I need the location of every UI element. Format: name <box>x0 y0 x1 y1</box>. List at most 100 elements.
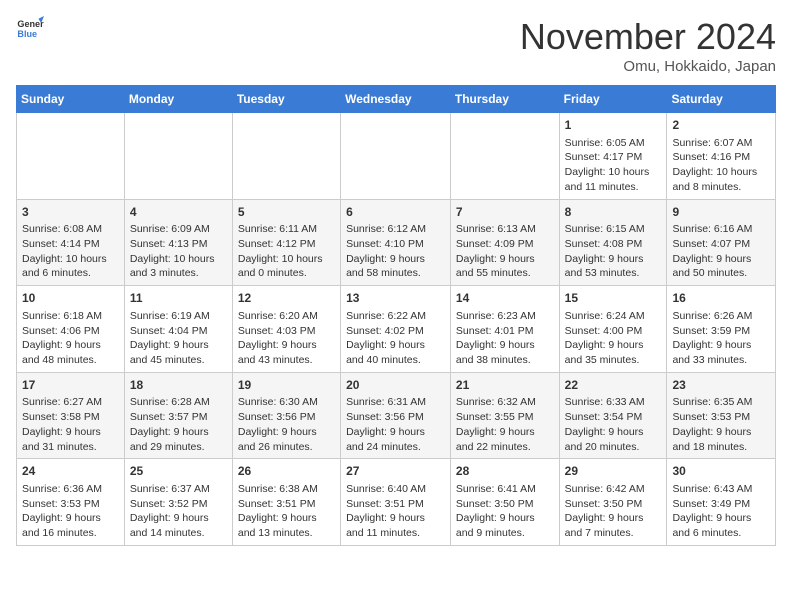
calendar-cell: 21Sunrise: 6:32 AM Sunset: 3:55 PM Dayli… <box>450 372 559 459</box>
day-info: Sunrise: 6:13 AM Sunset: 4:09 PM Dayligh… <box>456 222 554 281</box>
day-info: Sunrise: 6:26 AM Sunset: 3:59 PM Dayligh… <box>672 309 770 368</box>
calendar-cell: 23Sunrise: 6:35 AM Sunset: 3:53 PM Dayli… <box>667 372 776 459</box>
day-number: 18 <box>130 377 227 394</box>
svg-text:Blue: Blue <box>17 29 37 39</box>
day-info: Sunrise: 6:30 AM Sunset: 3:56 PM Dayligh… <box>238 395 335 454</box>
day-number: 25 <box>130 463 227 480</box>
day-number: 17 <box>22 377 119 394</box>
day-info: Sunrise: 6:23 AM Sunset: 4:01 PM Dayligh… <box>456 309 554 368</box>
calendar-cell: 22Sunrise: 6:33 AM Sunset: 3:54 PM Dayli… <box>559 372 667 459</box>
calendar-cell <box>341 113 451 200</box>
day-info: Sunrise: 6:08 AM Sunset: 4:14 PM Dayligh… <box>22 222 119 281</box>
day-info: Sunrise: 6:19 AM Sunset: 4:04 PM Dayligh… <box>130 309 227 368</box>
calendar-cell: 6Sunrise: 6:12 AM Sunset: 4:10 PM Daylig… <box>341 199 451 286</box>
day-info: Sunrise: 6:22 AM Sunset: 4:02 PM Dayligh… <box>346 309 445 368</box>
day-number: 24 <box>22 463 119 480</box>
day-number: 23 <box>672 377 770 394</box>
day-number: 10 <box>22 290 119 307</box>
calendar-cell <box>17 113 125 200</box>
day-info: Sunrise: 6:12 AM Sunset: 4:10 PM Dayligh… <box>346 222 445 281</box>
calendar-cell: 18Sunrise: 6:28 AM Sunset: 3:57 PM Dayli… <box>124 372 232 459</box>
day-of-week-header: Monday <box>124 86 232 113</box>
day-info: Sunrise: 6:11 AM Sunset: 4:12 PM Dayligh… <box>238 222 335 281</box>
calendar-cell: 14 Sunrise: 6:23 AM Sunset: 4:01 PM Dayli… <box>450 286 559 373</box>
day-number: 7 <box>456 204 554 221</box>
calendar-cell: 9Sunrise: 6:16 AM Sunset: 4:07 PM Daylig… <box>667 199 776 286</box>
day-of-week-header: Wednesday <box>341 86 451 113</box>
calendar-cell: 24 Sunrise: 6:36 AM Sunset: 3:53 PM Dayli… <box>17 459 125 546</box>
calendar-cell: 5Sunrise: 6:11 AM Sunset: 4:12 PM Daylig… <box>232 199 340 286</box>
day-info: Sunrise: 6:42 AM Sunset: 3:50 PM Dayligh… <box>565 482 662 541</box>
calendar-cell <box>232 113 340 200</box>
logo: General Blue <box>16 16 44 44</box>
day-info: Sunrise: 6:18 AM Sunset: 4:06 PM Dayligh… <box>22 309 119 368</box>
day-of-week-header: Friday <box>559 86 667 113</box>
page-header: General Blue November 2024 Omu, Hokkaido… <box>16 16 776 75</box>
calendar-cell: 28 Sunrise: 6:41 AM Sunset: 3:50 PM Dayli… <box>450 459 559 546</box>
day-number: 3 <box>22 204 119 221</box>
day-number: 26 <box>238 463 335 480</box>
day-info: Sunrise: 6:33 AM Sunset: 3:54 PM Dayligh… <box>565 395 662 454</box>
day-info: Sunrise: 6:28 AM Sunset: 3:57 PM Dayligh… <box>130 395 227 454</box>
day-of-week-header: Sunday <box>17 86 125 113</box>
day-number: 20 <box>346 377 445 394</box>
day-number: 30 <box>672 463 770 480</box>
day-info: Sunrise: 6:05 AM Sunset: 4:17 PM Dayligh… <box>565 136 662 195</box>
day-number: 28 <box>456 463 554 480</box>
location-subtitle: Omu, Hokkaido, Japan <box>520 58 776 75</box>
day-info: Sunrise: 6:07 AM Sunset: 4:16 PM Dayligh… <box>672 136 770 195</box>
day-number: 16 <box>672 290 770 307</box>
day-info: Sunrise: 6:20 AM Sunset: 4:03 PM Dayligh… <box>238 309 335 368</box>
day-number: 14 <box>456 290 554 307</box>
calendar-cell: 8Sunrise: 6:15 AM Sunset: 4:08 PM Daylig… <box>559 199 667 286</box>
day-info: Sunrise: 6:31 AM Sunset: 3:56 PM Dayligh… <box>346 395 445 454</box>
day-number: 5 <box>238 204 335 221</box>
calendar-cell: 25Sunrise: 6:37 AM Sunset: 3:52 PM Dayli… <box>124 459 232 546</box>
day-info: Sunrise: 6:38 AM Sunset: 3:51 PM Dayligh… <box>238 482 335 541</box>
calendar-cell: 4Sunrise: 6:09 AM Sunset: 4:13 PM Daylig… <box>124 199 232 286</box>
calendar-cell: 20Sunrise: 6:31 AM Sunset: 3:56 PM Dayli… <box>341 372 451 459</box>
day-number: 22 <box>565 377 662 394</box>
day-info: Sunrise: 6:35 AM Sunset: 3:53 PM Dayligh… <box>672 395 770 454</box>
day-info: Sunrise: 6:43 AM Sunset: 3:49 PM Dayligh… <box>672 482 770 541</box>
calendar-cell: 19Sunrise: 6:30 AM Sunset: 3:56 PM Dayli… <box>232 372 340 459</box>
day-info: Sunrise: 6:32 AM Sunset: 3:55 PM Dayligh… <box>456 395 554 454</box>
logo-icon: General Blue <box>16 16 44 44</box>
day-number: 6 <box>346 204 445 221</box>
day-number: 1 <box>565 117 662 134</box>
calendar-cell: 13Sunrise: 6:22 AM Sunset: 4:02 PM Dayli… <box>341 286 451 373</box>
calendar-cell: 17Sunrise: 6:27 AM Sunset: 3:58 PM Dayli… <box>17 372 125 459</box>
month-title: November 2024 <box>520 16 776 58</box>
day-info: Sunrise: 6:27 AM Sunset: 3:58 PM Dayligh… <box>22 395 119 454</box>
day-info: Sunrise: 6:24 AM Sunset: 4:00 PM Dayligh… <box>565 309 662 368</box>
calendar-cell: 11 Sunrise: 6:19 AM Sunset: 4:04 PM Dayli… <box>124 286 232 373</box>
day-info: Sunrise: 6:41 AM Sunset: 3:50 PM Dayligh… <box>456 482 554 541</box>
day-number: 27 <box>346 463 445 480</box>
calendar-cell: 1 Sunrise: 6:05 AM Sunset: 4:17 PM Daylig… <box>559 113 667 200</box>
calendar-cell <box>124 113 232 200</box>
day-info: Sunrise: 6:40 AM Sunset: 3:51 PM Dayligh… <box>346 482 445 541</box>
calendar-cell: 10 Sunrise: 6:18 AM Sunset: 4:06 PM Dayli… <box>17 286 125 373</box>
day-number: 9 <box>672 204 770 221</box>
calendar-cell: 30 Sunrise: 6:43 AM Sunset: 3:49 PM Dayli… <box>667 459 776 546</box>
calendar-cell: 26 Sunrise: 6:38 AM Sunset: 3:51 PM Dayli… <box>232 459 340 546</box>
day-number: 15 <box>565 290 662 307</box>
title-block: November 2024 Omu, Hokkaido, Japan <box>520 16 776 75</box>
calendar-cell: 15 Sunrise: 6:24 AM Sunset: 4:00 PM Dayli… <box>559 286 667 373</box>
calendar-cell: 3Sunrise: 6:08 AM Sunset: 4:14 PM Daylig… <box>17 199 125 286</box>
day-number: 12 <box>238 290 335 307</box>
day-info: Sunrise: 6:36 AM Sunset: 3:53 PM Dayligh… <box>22 482 119 541</box>
day-number: 29 <box>565 463 662 480</box>
day-number: 4 <box>130 204 227 221</box>
calendar-cell: 12 Sunrise: 6:20 AM Sunset: 4:03 PM Dayli… <box>232 286 340 373</box>
calendar-cell: 29 Sunrise: 6:42 AM Sunset: 3:50 PM Dayli… <box>559 459 667 546</box>
day-number: 19 <box>238 377 335 394</box>
calendar-cell: 7Sunrise: 6:13 AM Sunset: 4:09 PM Daylig… <box>450 199 559 286</box>
day-of-week-header: Saturday <box>667 86 776 113</box>
day-number: 11 <box>130 290 227 307</box>
day-of-week-header: Tuesday <box>232 86 340 113</box>
calendar-table: SundayMondayTuesdayWednesdayThursdayFrid… <box>16 85 776 546</box>
calendar-cell: 2Sunrise: 6:07 AM Sunset: 4:16 PM Daylig… <box>667 113 776 200</box>
day-of-week-header: Thursday <box>450 86 559 113</box>
calendar-cell: 16 Sunrise: 6:26 AM Sunset: 3:59 PM Dayli… <box>667 286 776 373</box>
